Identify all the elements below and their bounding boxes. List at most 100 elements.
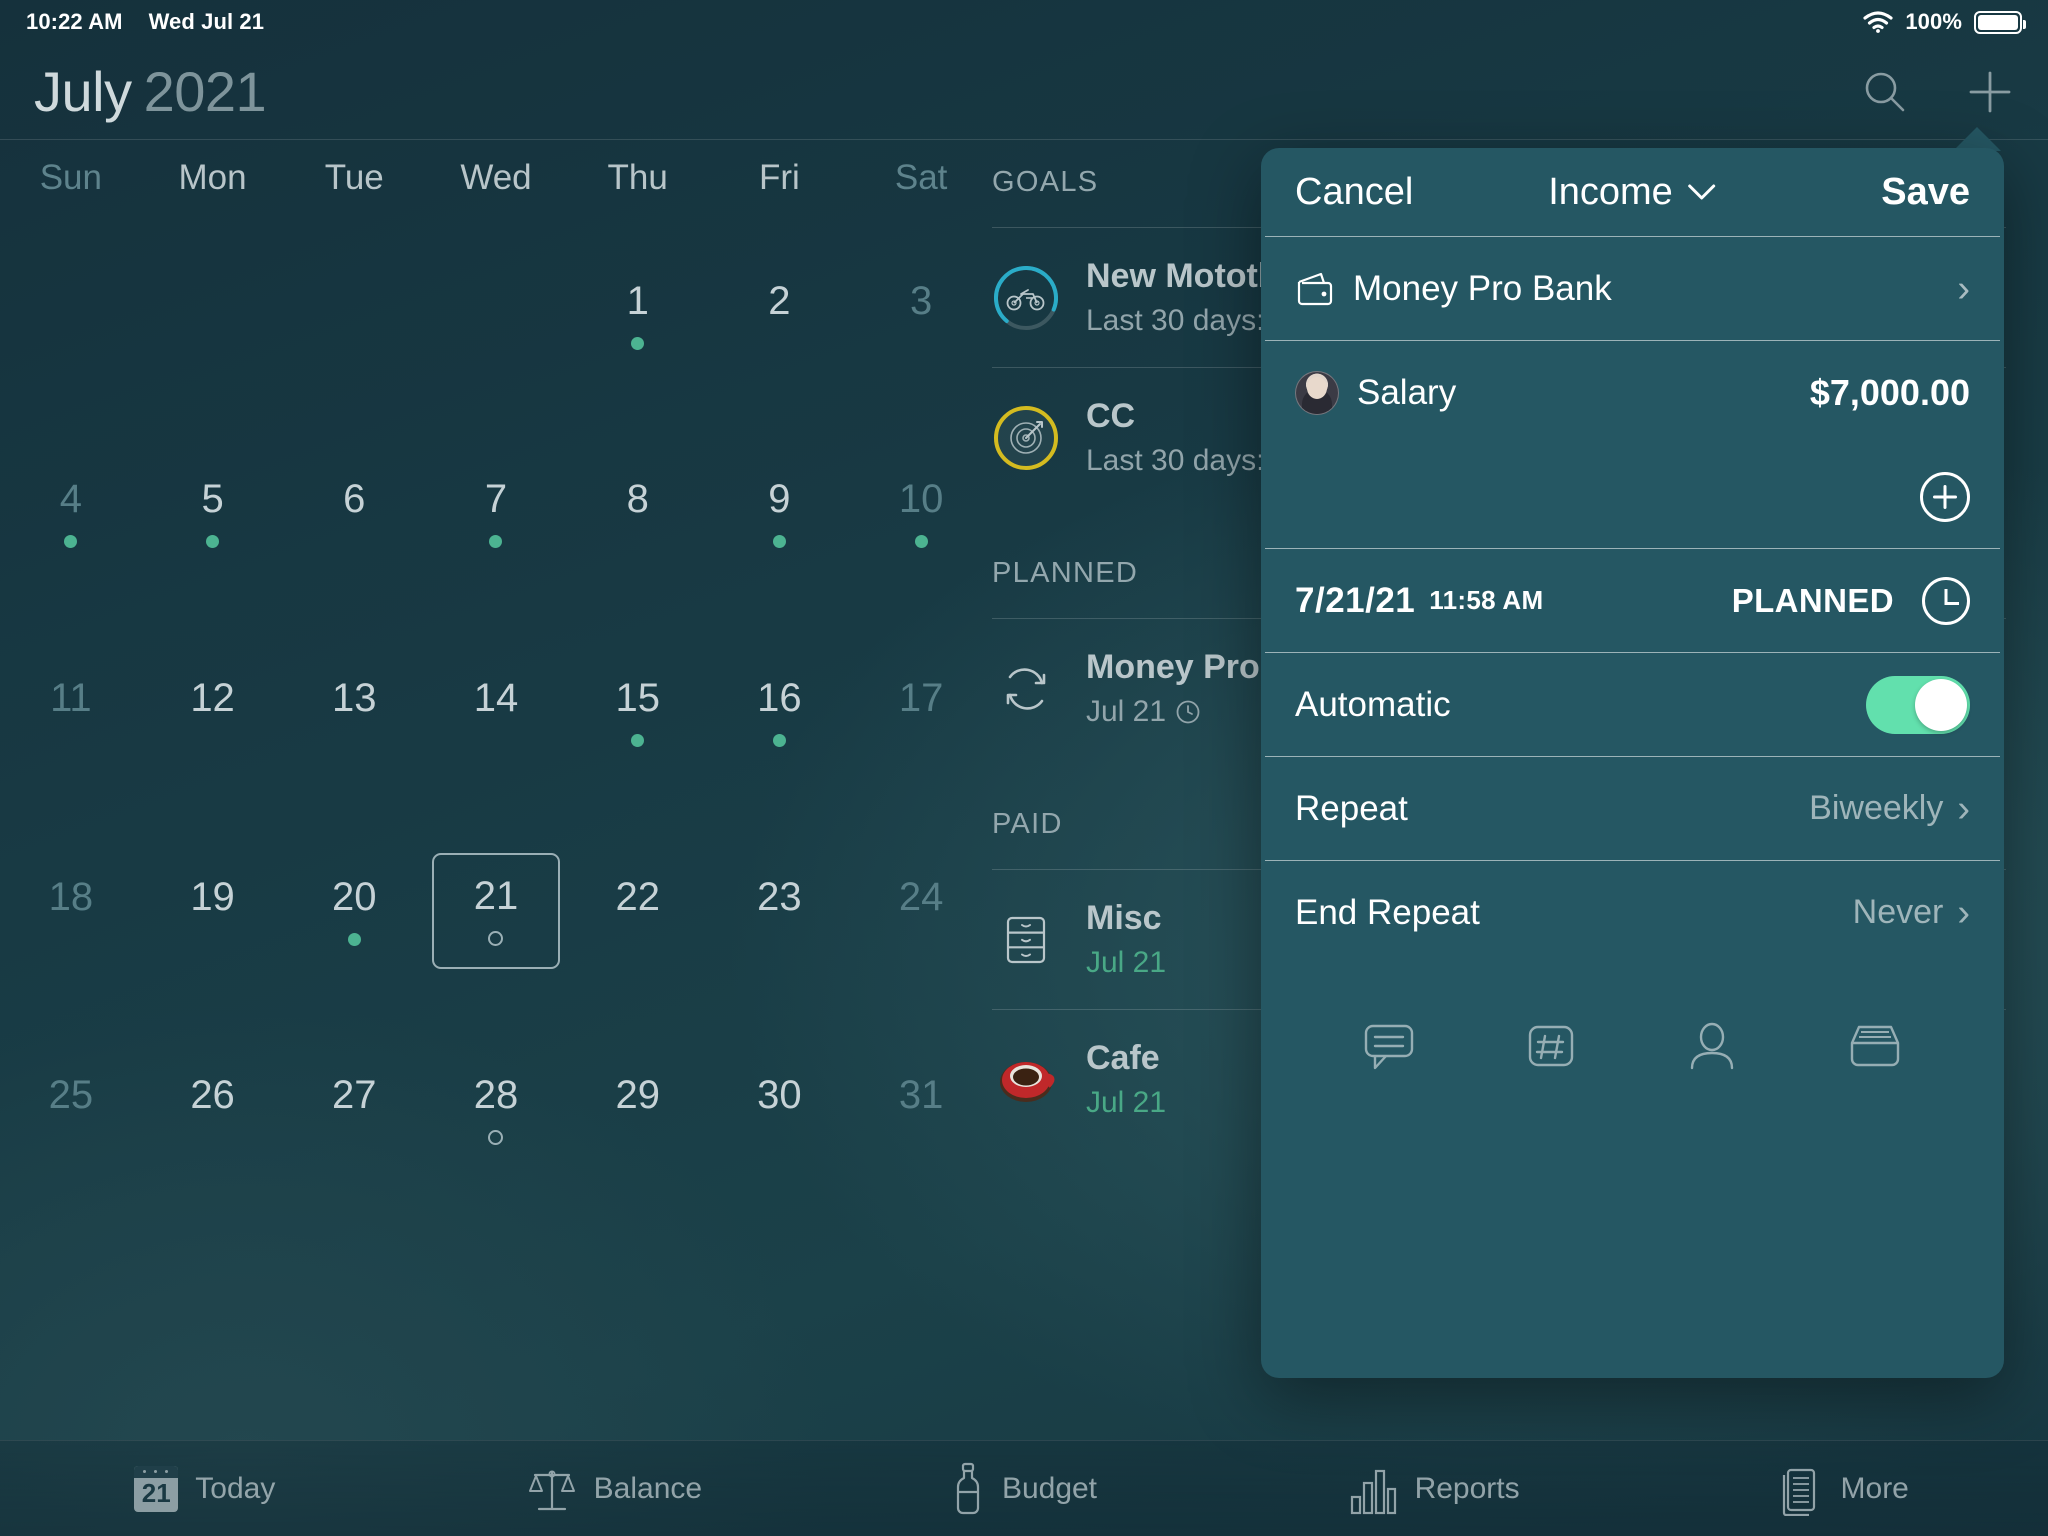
documents-icon [1778,1462,1824,1516]
circle-plus-icon[interactable] [1920,471,1970,522]
calendar-day-cell[interactable]: 11 [0,613,142,812]
day-event-dot [914,535,928,549]
list-item-subtitle: Jul 21 [1086,1086,1167,1119]
calendar-day-cell[interactable]: 25 [0,1011,142,1210]
tab-label: Today [195,1471,276,1505]
calendar-day-cell[interactable]: 27 [283,1011,425,1210]
transaction-time[interactable]: 11:58 AM [1429,585,1543,616]
calendar-day-number: 16 [757,676,802,721]
day-event-dot [631,336,645,350]
chevron-down-icon [1687,182,1717,202]
calendar-day-cell[interactable]: 18 [0,812,142,1011]
account-name: Money Pro Bank [1353,268,1612,308]
plus-icon[interactable] [1966,68,2014,116]
transaction-date[interactable]: 7/21/21 [1295,581,1415,621]
calendar-week-row: 18 19 20 21 22 23 24 [0,812,992,1011]
clock-icon[interactable] [1922,576,1970,625]
calendar-week-row: 25 26 27 28 29 30 31 [0,1011,992,1210]
list-item-date: Jul 21 [1086,695,1167,728]
list-item-subtitle: Last 30 days: [1086,304,1265,337]
transaction-type-selector[interactable]: Income [1548,171,1717,214]
schedule-row[interactable]: 7/21/21 11:58 AM PLANNED [1265,548,2000,652]
calendar-day-cell[interactable]: 4 [0,415,142,614]
list-item-subtitle: Jul 21 [1086,946,1167,979]
calendar-day-cell[interactable]: 15 [567,613,709,812]
calendar-day-cell[interactable]: 6 [283,415,425,614]
calendar-day-cell[interactable]: 16 [709,613,851,812]
calendar-day-number: 22 [615,874,660,919]
list-item-subtitle: Last 30 days: [1086,444,1265,477]
calendar-day-cell[interactable]: 24 [850,812,992,1011]
calendar-day-cell[interactable]: 20 [283,812,425,1011]
calendar-empty-cell [0,216,142,415]
list-item-title: Cafe [1086,1039,1160,1077]
battery-percent: 100% [1905,9,1962,34]
drawers-icon [992,906,1060,974]
header-month: July [34,60,132,123]
calendar-day-cell[interactable]: 9 [709,415,851,614]
tab-balance[interactable]: Balance [410,1463,820,1515]
calendar-day-cell[interactable]: 7 [425,415,567,614]
calendar-empty-cell [283,216,425,415]
calendar-day-cell[interactable]: 3 [850,216,992,415]
calendar-weekday: Mon [178,158,247,197]
calendar-day-cell[interactable]: 30 [709,1011,851,1210]
status-bar: 10:22 AM Wed Jul 21 100% [0,0,2048,44]
repeat-label: Repeat [1295,788,1408,828]
account-row[interactable]: Money Pro Bank › [1265,236,2000,340]
search-icon[interactable] [1862,69,1908,115]
cancel-button[interactable]: Cancel [1295,171,1413,214]
automatic-toggle[interactable] [1866,675,1970,734]
calendar-empty-cell [850,1209,992,1408]
amount-value[interactable]: $7,000.00 [1810,372,1970,414]
calendar-day-number: 15 [615,676,660,721]
repeat-value: Biweekly [1809,789,1944,827]
calendar-day-cell[interactable]: 19 [142,812,284,1011]
tab-today[interactable]: 21 Today [0,1465,410,1512]
calendar-day-cell[interactable]: 29 [567,1011,709,1210]
tab-budget[interactable]: Budget [819,1462,1229,1516]
bottom-tab-bar: 21 Today Balance Budget Reports More [0,1440,2048,1536]
calendar-day-number: 12 [190,676,235,721]
target-icon [992,404,1060,472]
repeat-row[interactable]: Repeat Biweekly › [1265,756,2000,860]
calendar-day-number: 17 [898,676,944,721]
calendar-empty-cell [425,1209,567,1408]
person-icon[interactable] [1686,1020,1738,1072]
save-button[interactable]: Save [1881,171,1970,214]
calendar-icon: 21 [134,1465,179,1512]
calendar-day-cell[interactable]: 12 [142,613,284,812]
calendar-day-number: 8 [626,477,649,522]
calendar-day-cell[interactable]: 17 [850,613,992,812]
calendar-day-cell[interactable]: 10 [850,415,992,614]
calendar-day-cell[interactable]: 23 [709,812,851,1011]
calendar-day-cell[interactable]: 26 [142,1011,284,1210]
calendar-day-cell[interactable]: 21 [425,812,567,1011]
calendar-day-cell[interactable]: 13 [283,613,425,812]
calendar-day-cell[interactable]: 1 [567,216,709,415]
calendar-day-cell[interactable]: 14 [425,613,567,812]
hashtag-icon[interactable] [1525,1020,1577,1072]
comment-icon[interactable] [1361,1020,1417,1072]
tab-reports[interactable]: Reports [1229,1463,1639,1515]
tab-more[interactable]: More [1638,1462,2048,1516]
calendar-day-cell[interactable]: 31 [850,1011,992,1210]
archive-icon[interactable] [1846,1021,1904,1071]
calendar-day-cell[interactable]: 28 [425,1011,567,1210]
status-badge: PLANNED [1731,581,1894,619]
calendar-weekday: Thu [607,158,668,197]
wifi-icon [1863,11,1893,33]
end-repeat-row[interactable]: End Repeat Never › [1265,860,2000,964]
calendar-day-cell[interactable]: 5 [142,415,284,614]
calendar-day-cell[interactable]: 22 [567,812,709,1011]
calendar-day-cell[interactable]: 2 [709,216,851,415]
category-name: Salary [1357,372,1457,412]
calendar-day-number: 14 [473,676,519,721]
calendar-day-cell[interactable]: 8 [567,415,709,614]
day-event-dot [206,535,220,549]
category-row[interactable]: Salary $7,000.00 [1265,340,2000,444]
transaction-popover: Cancel Income Save Money Pro Bank › Sala… [1261,148,2004,1378]
calendar-day-number: 28 [473,1072,519,1117]
calendar-day-number: 18 [48,874,94,919]
status-date: Wed Jul 21 [148,9,265,34]
